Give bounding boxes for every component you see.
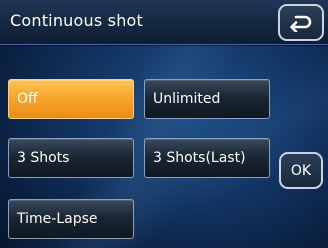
- page-title: Continuous shot: [10, 11, 143, 30]
- continuous-shot-screen: Continuous shot Off Unlimited 3 Shots 3 …: [0, 0, 328, 248]
- option-3-shots[interactable]: 3 Shots: [8, 138, 134, 178]
- option-3-shots-label: 3 Shots: [17, 150, 70, 166]
- option-time-lapse[interactable]: Time-Lapse: [8, 199, 134, 239]
- option-unlimited-label: Unlimited: [153, 91, 221, 107]
- option-3-shots-last[interactable]: 3 Shots(Last): [144, 138, 270, 178]
- option-3-shots-last-label: 3 Shots(Last): [153, 150, 246, 166]
- option-off-label: Off: [17, 91, 38, 107]
- option-unlimited[interactable]: Unlimited: [144, 79, 270, 119]
- back-button[interactable]: [278, 4, 324, 41]
- ok-button-label: OK: [290, 162, 312, 179]
- return-arrow-icon: [289, 14, 313, 32]
- title-bar: Continuous shot: [0, 0, 328, 45]
- option-off[interactable]: Off: [8, 79, 134, 119]
- ok-button[interactable]: OK: [279, 152, 323, 189]
- option-time-lapse-label: Time-Lapse: [17, 211, 98, 227]
